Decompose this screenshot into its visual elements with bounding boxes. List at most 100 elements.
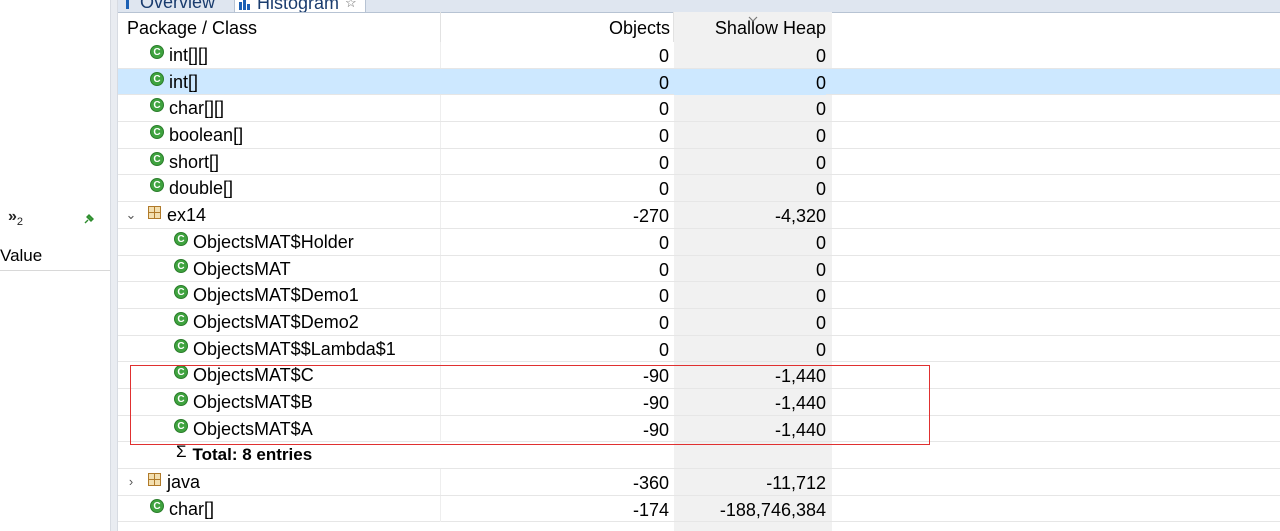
row-name-cell: C ObjectsMAT [174, 256, 291, 282]
row-name-cell: C char[] [150, 496, 214, 522]
expand-collapse-toggle[interactable]: ⌄ [124, 201, 138, 229]
table-row[interactable]: C ObjectsMAT$Holder 0 0 [118, 228, 1280, 256]
row-name-cell: C int[] [150, 69, 198, 95]
class-icon: C [174, 311, 188, 326]
table-row[interactable]: C ObjectsMAT$C -90 -1,440 [118, 362, 1280, 389]
row-shallow-heap: -4,320 [774, 206, 826, 227]
row-name-cell: C ObjectsMAT$Demo1 [174, 282, 359, 308]
row-objects: 0 [658, 312, 669, 333]
row-name: ObjectsMAT$C [193, 365, 314, 386]
sort-descending-icon [748, 16, 758, 22]
class-icon: C [174, 231, 188, 246]
class-icon: C [150, 498, 164, 513]
row-shallow-heap: 0 [815, 339, 826, 360]
table-row[interactable]: C char[][] 0 0 [118, 95, 1280, 123]
header-objects[interactable]: Objects [440, 12, 670, 42]
row-name-cell: › java [124, 469, 200, 495]
row-objects: -90 [642, 366, 669, 387]
row-name-cell: ⌄ ex14 [124, 201, 207, 229]
row-objects: -90 [642, 392, 669, 413]
class-icon: C [150, 125, 164, 140]
pin-icon[interactable] [84, 214, 94, 224]
row-shallow-heap: -1,440 [774, 366, 826, 387]
table-row[interactable]: C ObjectsMAT$$Lambda$1 0 0 [118, 335, 1280, 363]
info-icon [126, 0, 129, 9]
package-icon [148, 472, 161, 486]
histogram-icon [239, 0, 250, 10]
row-objects: 0 [658, 72, 669, 93]
row-name: ObjectsMAT$B [193, 391, 313, 412]
table-row[interactable]: C boolean[] 0 0 [118, 122, 1280, 149]
expand-collapse-toggle[interactable]: › [124, 468, 138, 496]
value-column-header: Value [0, 246, 43, 265]
row-name: char[] [169, 498, 215, 519]
table-row[interactable]: C double[] 0 0 [118, 175, 1280, 203]
table-row-package[interactable]: ⌄ ex14 -270 -4,320 [118, 202, 1280, 229]
table-row[interactable]: C int[][] 0 0 [118, 42, 1280, 69]
row-objects: 0 [658, 99, 669, 120]
row-objects: 0 [658, 232, 669, 253]
row-shallow-heap: 0 [815, 99, 826, 120]
row-objects: -90 [642, 419, 669, 440]
table-body: C int[][] 0 0 C int[] 0 0 C char[][] 0 0 [118, 42, 1280, 523]
row-name-cell: C char[][] [150, 95, 224, 121]
row-shallow-heap: -11,712 [766, 473, 826, 493]
chevron-count: 2 [16, 216, 24, 229]
row-shallow-heap: 0 [815, 286, 826, 307]
class-icon: C [174, 365, 188, 380]
class-icon: C [150, 98, 164, 113]
row-name-cell: C ObjectsMAT$Demo2 [174, 309, 359, 335]
sigma-icon: Σ [176, 442, 187, 462]
row-name-cell: C short[] [150, 149, 219, 175]
table-row[interactable]: C ObjectsMAT$Demo1 0 0 [118, 282, 1280, 309]
header-package-class[interactable]: Package / Class [127, 12, 257, 42]
row-shallow-heap: 0 [815, 46, 826, 66]
class-icon: C [150, 71, 164, 86]
class-icon: C [150, 151, 164, 166]
panel-splitter[interactable] [110, 0, 118, 531]
tab-close-icon[interactable]: ☆ [345, 0, 357, 11]
row-name: boolean[] [169, 125, 244, 146]
class-icon: C [174, 391, 188, 406]
row-name-cell: C ObjectsMAT$C [174, 362, 314, 388]
row-objects: 0 [658, 339, 669, 360]
table-row-total[interactable]: Σ Total: 8 entries [118, 442, 1280, 469]
table-row[interactable]: C ObjectsMAT 0 0 [118, 255, 1280, 283]
row-name-cell: C ObjectsMAT$$Lambda$1 [174, 336, 396, 362]
row-objects [440, 442, 669, 468]
row-objects: 0 [658, 152, 669, 173]
row-name: ObjectsMAT [193, 258, 291, 279]
row-name-cell: C ObjectsMAT$Holder [174, 229, 354, 255]
chevron-glyph: » [8, 208, 17, 225]
table-header: Package / Class Objects Shallow Heap [118, 12, 832, 42]
row-shallow-heap: 0 [815, 179, 826, 200]
row-objects: -360 [632, 473, 669, 493]
table-row-selected[interactable]: C int[] 0 0 [118, 68, 1280, 96]
table-row[interactable]: C ObjectsMAT$A -90 -1,440 [118, 415, 1280, 443]
row-name-cell: C boolean[] [150, 122, 243, 148]
table-row[interactable]: C char[] -174 -188,746,384 [118, 495, 1280, 523]
table-row-package[interactable]: › java -360 -11,712 [118, 469, 1280, 496]
row-name: int[] [169, 71, 199, 92]
tab-overview[interactable]: Overview [122, 0, 215, 12]
row-shallow-heap: 0 [815, 232, 826, 253]
row-name: ObjectsMAT$Demo1 [193, 285, 359, 306]
row-name: short[] [169, 151, 220, 172]
histogram-table: Package / Class Objects Shallow Heap C i… [118, 12, 1280, 531]
table-row[interactable]: C ObjectsMAT$B -90 -1,440 [118, 388, 1280, 416]
more-views-chevron[interactable]: »2 [8, 208, 23, 228]
row-name: char[][] [169, 98, 225, 119]
table-row[interactable]: C ObjectsMAT$Demo2 0 0 [118, 308, 1280, 336]
table-row[interactable]: C short[] 0 0 [118, 148, 1280, 176]
row-objects: -270 [632, 206, 669, 227]
class-icon: C [174, 418, 188, 433]
class-icon: C [174, 285, 188, 300]
row-name-cell: C int[][] [150, 42, 208, 68]
row-objects: -174 [632, 499, 669, 520]
row-name: java [167, 472, 201, 492]
row-shallow-heap: 0 [815, 152, 826, 173]
row-name: ObjectsMAT$Holder [193, 231, 354, 252]
left-panel: »2 Value [0, 0, 110, 531]
row-name: int[][] [169, 45, 209, 65]
tab-overview-label: Overview [140, 0, 216, 12]
